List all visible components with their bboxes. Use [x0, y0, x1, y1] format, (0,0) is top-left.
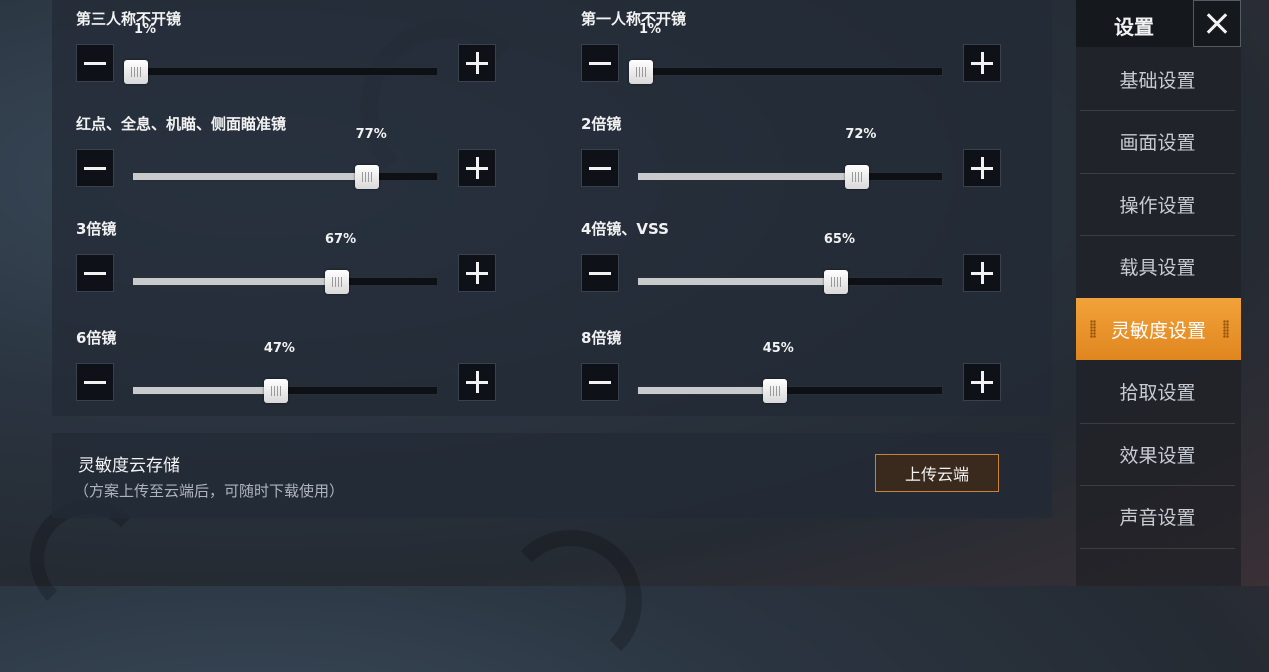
- increase-button[interactable]: [458, 44, 496, 82]
- increase-button[interactable]: [963, 44, 1001, 82]
- decrease-button[interactable]: [581, 254, 619, 292]
- slider-track[interactable]: [629, 60, 943, 84]
- slider-track[interactable]: [132, 270, 438, 294]
- sidebar-menu-item[interactable]: 操作设置: [1080, 173, 1235, 236]
- slider-thumb[interactable]: [355, 165, 380, 189]
- slider-label: 2倍镜: [581, 115, 622, 133]
- slider-label: 红点、全息、机瞄、侧面瞄准镜: [76, 115, 287, 133]
- slider-label: 8倍镜: [581, 329, 622, 347]
- slider-track[interactable]: [124, 60, 438, 84]
- sidebar-menu-item[interactable]: 拾取设置: [1080, 361, 1235, 424]
- sidebar-menu-label: 效果设置: [1119, 444, 1196, 467]
- sidebar-header: 设置: [1076, 0, 1241, 47]
- settings-title: 设置: [1114, 15, 1154, 39]
- minus-icon: [84, 271, 106, 275]
- minus-icon: [84, 166, 106, 170]
- sensitivity-slider-item: 6倍镜 47%: [52, 319, 496, 409]
- upload-cloud-button[interactable]: 上传云端: [875, 454, 999, 492]
- increase-button[interactable]: [458, 254, 496, 292]
- slider-label: 第三人称不开镜: [76, 10, 182, 28]
- slider-thumb[interactable]: [263, 379, 288, 403]
- slider-track[interactable]: [637, 165, 943, 189]
- slider-label: 6倍镜: [76, 329, 117, 347]
- slider-track[interactable]: [132, 165, 438, 189]
- sidebar-menu-item[interactable]: 载具设置: [1080, 236, 1235, 299]
- sidebar-menu-label: 灵敏度设置: [1110, 319, 1206, 342]
- background-decoration: [500, 530, 642, 672]
- sensitivity-slider-item: 2倍镜 72%: [557, 105, 1001, 195]
- minus-icon: [84, 380, 106, 384]
- minus-icon: [589, 61, 611, 65]
- minus-icon: [589, 166, 611, 170]
- cloud-storage-section: 灵敏度云存储 （方案上传至云端后，可随时下载使用） 上传云端: [52, 433, 1052, 518]
- decrease-button[interactable]: [581, 149, 619, 187]
- slider-label: 第一人称不开镜: [581, 10, 687, 28]
- increase-button[interactable]: [458, 149, 496, 187]
- sidebar-menu-item[interactable]: 灵敏度设置: [1076, 298, 1241, 360]
- slider-track[interactable]: [637, 379, 943, 403]
- slider-thumb[interactable]: [762, 379, 787, 403]
- slider-value: 77%: [355, 127, 387, 142]
- slider-value: 65%: [823, 232, 856, 247]
- minus-icon: [84, 61, 106, 65]
- sensitivity-slider-item: 8倍镜 45%: [557, 319, 1001, 409]
- sensitivity-slider-item: 3倍镜 67%: [52, 210, 496, 300]
- cloud-storage-title: 灵敏度云存储: [78, 456, 180, 476]
- slider-fill: [133, 278, 337, 285]
- sidebar-menu-item[interactable]: 画面设置: [1080, 111, 1235, 174]
- slider-label: 3倍镜: [76, 220, 117, 238]
- slider-value: 1%: [639, 22, 662, 37]
- decrease-button[interactable]: [76, 363, 114, 401]
- slider-track[interactable]: [132, 379, 438, 403]
- slider-thumb[interactable]: [629, 60, 654, 84]
- slider-value: 1%: [134, 22, 157, 37]
- slider-fill: [133, 387, 276, 394]
- decrease-button[interactable]: [581, 363, 619, 401]
- slider-thumb[interactable]: [124, 60, 149, 84]
- slider-thumb[interactable]: [823, 270, 848, 294]
- sidebar-menu-label: 载具设置: [1119, 257, 1196, 279]
- slider-thumb[interactable]: [324, 270, 349, 294]
- slider-track[interactable]: [637, 270, 943, 294]
- increase-button[interactable]: [963, 254, 1001, 292]
- grip-dots-icon: [1223, 320, 1229, 338]
- cloud-storage-subtitle: （方案上传至云端后，可随时下载使用）: [74, 482, 345, 500]
- decrease-button[interactable]: [76, 149, 114, 187]
- slider-label: 4倍镜、VSS: [581, 220, 669, 238]
- increase-button[interactable]: [963, 363, 1001, 401]
- sidebar-menu-label: 拾取设置: [1119, 382, 1196, 404]
- slider-thumb[interactable]: [844, 165, 869, 189]
- close-button[interactable]: [1193, 0, 1241, 47]
- decrease-button[interactable]: [76, 254, 114, 292]
- sidebar-menu-label: 操作设置: [1119, 194, 1196, 217]
- slider-value: 45%: [762, 341, 794, 356]
- slider-fill: [133, 173, 368, 180]
- increase-button[interactable]: [963, 149, 1001, 187]
- decrease-button[interactable]: [76, 44, 114, 82]
- slider-fill: [638, 387, 775, 394]
- sidebar-menu-label: 画面设置: [1119, 132, 1196, 154]
- settings-sidebar: 设置 基础设置画面设置操作设置载具设置灵敏度设置拾取设置效果设置声音设置: [1076, 0, 1241, 586]
- slider-value: 72%: [845, 127, 877, 142]
- slider-fill: [638, 278, 836, 285]
- sidebar-menu-item[interactable]: 声音设置: [1080, 486, 1235, 549]
- minus-icon: [589, 380, 611, 384]
- sensitivity-slider-item: 第三人称不开镜 1%: [52, 0, 496, 90]
- increase-button[interactable]: [458, 363, 496, 401]
- decrease-button[interactable]: [581, 44, 619, 82]
- sidebar-menu-label: 声音设置: [1119, 507, 1196, 529]
- sidebar-menu-item[interactable]: 基础设置: [1080, 48, 1235, 111]
- slider-value: 47%: [263, 341, 295, 356]
- grip-dots-icon: [1090, 320, 1096, 338]
- sidebar-menu-item[interactable]: 效果设置: [1080, 423, 1235, 486]
- sensitivity-panel: 第三人称不开镜 1% 第一人称不开镜 1% 红点、全息、机瞄、侧面瞄准镜 77% 2倍镜 72…: [52, 0, 1052, 416]
- slider-value: 67%: [325, 232, 357, 247]
- sidebar-menu-label: 基础设置: [1119, 69, 1196, 92]
- sensitivity-slider-item: 红点、全息、机瞄、侧面瞄准镜 77%: [52, 105, 496, 195]
- slider-fill: [638, 173, 857, 180]
- sensitivity-slider-item: 第一人称不开镜 1%: [557, 0, 1001, 90]
- minus-icon: [589, 271, 611, 275]
- sensitivity-slider-item: 4倍镜、VSS 65%: [557, 210, 1001, 300]
